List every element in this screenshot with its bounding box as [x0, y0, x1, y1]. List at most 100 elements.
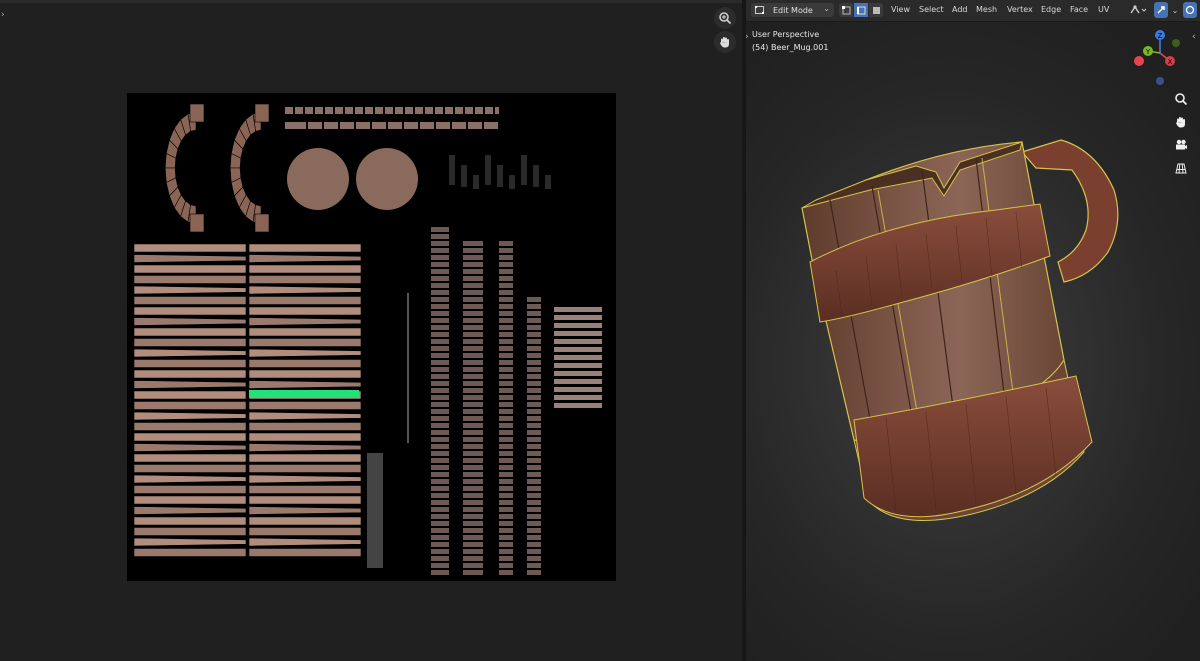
uv-bottom-disc: [356, 148, 418, 210]
uv-band-column: [463, 339, 483, 344]
uv-band-column: [499, 402, 513, 407]
mode-dropdown[interactable]: Edit Mode ⌄: [751, 3, 834, 17]
uv-band-row: [554, 387, 602, 392]
uv-band-column: [431, 269, 449, 274]
uv-band-column: [431, 570, 449, 575]
uv-rim-strip: [388, 122, 402, 129]
uv-stave-plank: [248, 527, 362, 536]
uv-rim-strip: [305, 107, 313, 114]
uv-stave-plank: [248, 243, 362, 253]
uv-band-column: [463, 290, 483, 295]
gizmo-z-label: Z: [1158, 32, 1163, 40]
uv-band-column: [499, 444, 513, 449]
uv-thin-strips: [407, 293, 409, 443]
sidebar-expand-icon[interactable]: ‹: [1192, 32, 1196, 42]
uv-stave-plank: [133, 359, 247, 368]
uv-band-column: [463, 528, 483, 533]
uv-band-column: [527, 444, 541, 449]
uv-stave-plank: [248, 443, 362, 452]
menu-uv[interactable]: UV: [1098, 5, 1109, 14]
uv-small-island: [545, 175, 551, 189]
uv-band-column: [527, 360, 541, 365]
uv-stave-plank: [133, 275, 247, 284]
uv-stave-plank: [248, 306, 362, 316]
uv-stave-plank: [248, 474, 362, 484]
uv-band-column: [463, 388, 483, 393]
uv-band-column: [527, 542, 541, 547]
uv-rim-strip: [285, 122, 306, 129]
menu-vertex[interactable]: Vertex: [1007, 5, 1033, 14]
navigation-gizmo[interactable]: Y Z X: [1130, 27, 1190, 87]
uv-band-column: [463, 444, 483, 449]
uv-band-column: [431, 486, 449, 491]
uv-band-column: [431, 262, 449, 267]
uv-band-column: [463, 423, 483, 428]
uv-stave-plank: [133, 243, 247, 253]
beer-mug-mesh[interactable]: [746, 0, 1200, 661]
uv-band-column: [527, 528, 541, 533]
uv-band-column: [527, 535, 541, 540]
uv-editor[interactable]: ›: [0, 0, 742, 661]
uv-rim-strip: [335, 107, 343, 114]
toolbar-expand-icon[interactable]: ›: [746, 32, 749, 42]
uv-band-column: [499, 563, 513, 568]
uv-band-column: [499, 381, 513, 386]
uv-band-column: [431, 500, 449, 505]
uv-stave-plank: [133, 453, 247, 463]
menu-select[interactable]: Select: [919, 5, 944, 14]
menu-face[interactable]: Face: [1070, 5, 1088, 14]
grid-icon[interactable]: [1170, 157, 1192, 179]
mode-label: Edit Mode: [773, 5, 813, 15]
uv-band-column: [431, 556, 449, 561]
uv-stave-plank: [248, 327, 362, 337]
uv-rim-strip: [495, 107, 499, 114]
gizmo-neg-y[interactable]: [1172, 39, 1180, 47]
uv-rim-strip: [325, 107, 333, 114]
uv-band-column: [431, 416, 449, 421]
uv-band-column: [431, 472, 449, 477]
uv-band-column: [431, 311, 449, 316]
uv-band-column: [431, 409, 449, 414]
uv-stave-plank: [133, 369, 247, 379]
chevron-down-icon[interactable]: ⌄: [1170, 2, 1180, 18]
hand-icon[interactable]: [1170, 111, 1192, 133]
gizmo-neg-x[interactable]: [1134, 56, 1144, 66]
zoom-icon[interactable]: [1170, 88, 1192, 110]
uv-stave-plank: [248, 296, 362, 305]
uv-band-column: [499, 409, 513, 414]
vertex-select-icon[interactable]: [839, 3, 853, 17]
uv-rim-strip: [315, 107, 323, 114]
transform-orientation-icon[interactable]: [1128, 2, 1150, 18]
menu-mesh[interactable]: Mesh: [976, 5, 997, 14]
menu-edge[interactable]: Edge: [1041, 5, 1061, 14]
face-select-icon[interactable]: [869, 3, 883, 17]
camera-icon[interactable]: [1170, 134, 1192, 156]
edit-mode-icon: [755, 6, 764, 14]
3d-viewport[interactable]: Edit Mode ⌄ View Select Add Mesh Vertex …: [746, 0, 1200, 661]
edge-select-icon[interactable]: [854, 3, 868, 17]
uv-handle-cap: [254, 213, 270, 233]
snap-icon[interactable]: [1154, 2, 1168, 18]
uv-band-column: [463, 535, 483, 540]
uv-band-column: [463, 570, 483, 575]
uv-band-column: [431, 458, 449, 463]
uv-band-column: [527, 556, 541, 561]
uv-stave-plank: [248, 380, 362, 389]
uv-band-column: [431, 367, 449, 372]
uv-stave-plank: [248, 537, 362, 547]
proportional-edit-icon[interactable]: [1183, 2, 1197, 18]
uv-band-column: [527, 381, 541, 386]
uv-stave-plank: [248, 506, 362, 515]
menu-add[interactable]: Add: [952, 5, 968, 14]
uv-hand-icon[interactable]: [714, 31, 736, 53]
uv-band-column: [463, 416, 483, 421]
uv-texture-canvas[interactable]: [127, 93, 616, 581]
uv-band-column: [431, 339, 449, 344]
uv-band-column: [527, 297, 541, 302]
uv-sidebar-expand-icon[interactable]: ›: [1, 10, 9, 20]
uv-zoom-icon[interactable]: [714, 7, 736, 29]
uv-stave-plank: [248, 369, 362, 379]
gizmo-neg-z[interactable]: [1156, 77, 1164, 85]
menu-view[interactable]: View: [891, 5, 910, 14]
uv-rim-strip: [345, 107, 353, 114]
